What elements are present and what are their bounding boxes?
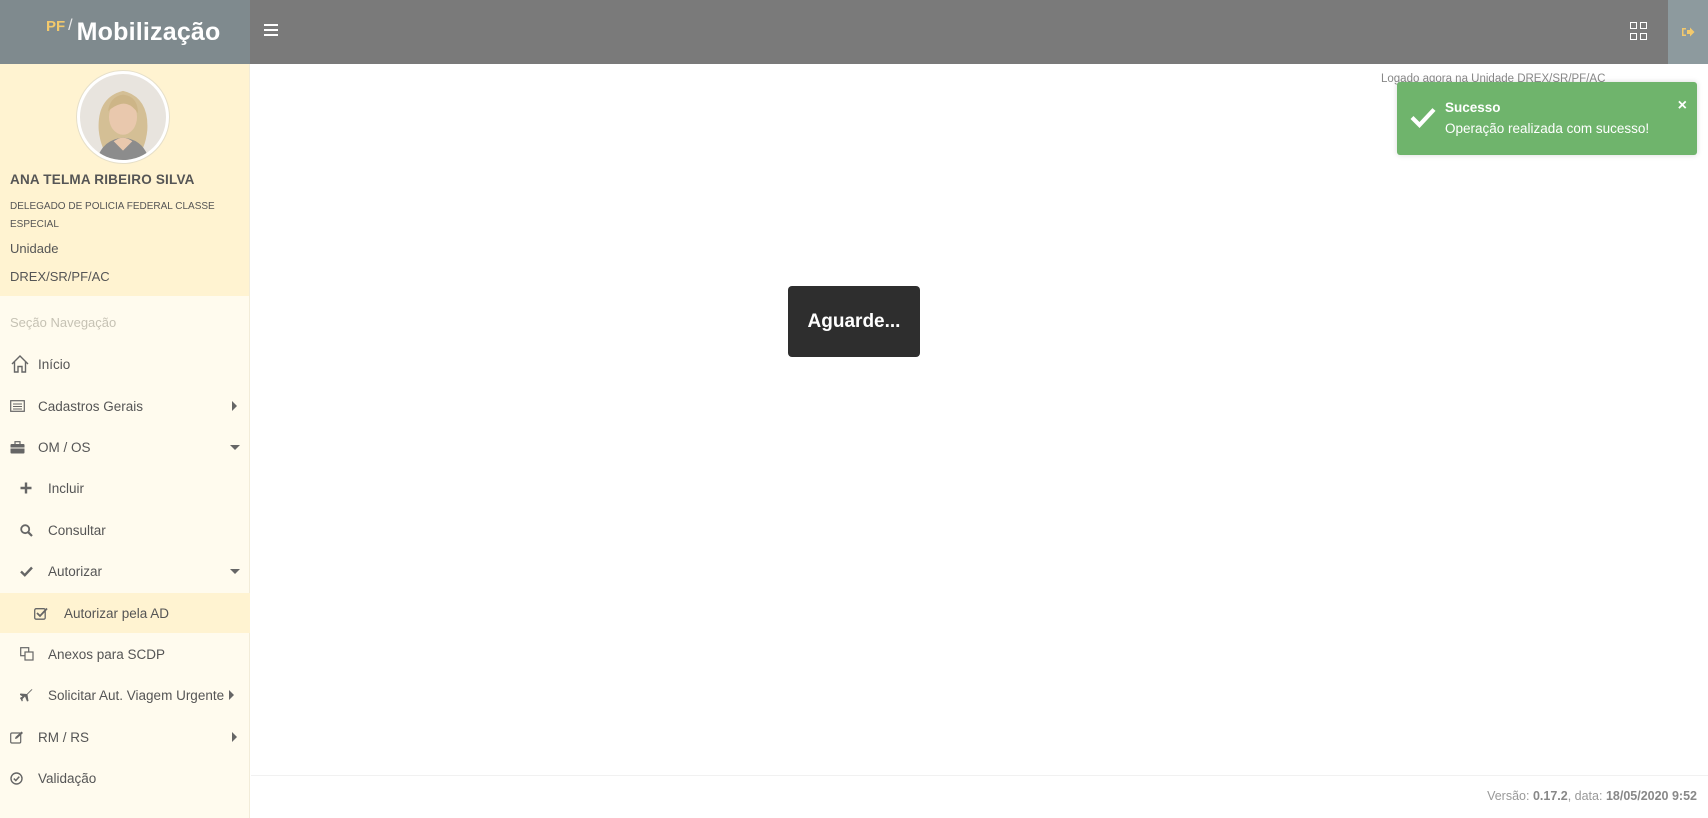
check-icon [18, 563, 34, 579]
check-circle-icon [8, 770, 24, 786]
sidebar-item-label: Solicitar Aut. Viagem Urgente [48, 687, 225, 703]
sidebar: ANA TELMA RIBEIRO SILVA DELEGADO DE POLI… [0, 64, 250, 818]
sidebar-item-label: Cadastros Gerais [38, 398, 144, 414]
sidebar-item-solicitar-viagem[interactable]: Solicitar Aut. Viagem Urgente [0, 675, 250, 715]
build-date: 18/05/2020 9:52 [1605, 789, 1697, 803]
chevron-right-icon [229, 690, 234, 700]
chevron-right-icon [232, 732, 237, 742]
sidebar-item-om-os[interactable]: OM / OS [0, 427, 250, 467]
loading-overlay: Aguarde... [788, 286, 920, 357]
checkbox-icon [33, 605, 49, 621]
chevron-down-icon [230, 568, 240, 574]
date-label: , data: [1567, 789, 1603, 803]
chevron-down-icon [230, 444, 240, 450]
avatar-photo [80, 74, 166, 160]
sidebar-item-rm-rs[interactable]: RM / RS [0, 717, 250, 757]
sidebar-item-label: Autorizar [48, 563, 103, 579]
sidebar-item-autorizar[interactable]: Autorizar [0, 551, 250, 591]
user-profile: ANA TELMA RIBEIRO SILVA DELEGADO DE POLI… [0, 64, 249, 296]
success-toast: Sucesso Operação realizada com sucesso! … [1397, 82, 1697, 155]
sidebar-item-incluir[interactable]: Incluir [0, 468, 250, 508]
brand[interactable]: PF / Mobilização [0, 0, 250, 64]
sidebar-item-cadastros-gerais[interactable]: Cadastros Gerais [0, 386, 250, 426]
sidebar-item-label: Anexos para SCDP [48, 646, 166, 662]
version-label: Versão: [1487, 789, 1530, 803]
sign-out-icon [1682, 27, 1695, 37]
unit-value: DREX/SR/PF/AC [10, 269, 110, 284]
footer-version: Versão: 0.17.2, data: 18/05/2020 9:52 [1487, 789, 1697, 803]
user-name: ANA TELMA RIBEIRO SILVA [10, 172, 195, 187]
toast-title: Sucesso [1445, 100, 1501, 115]
brand-prefix: PF [46, 17, 66, 35]
briefcase-icon [9, 439, 25, 455]
sidebar-item-inicio[interactable]: Início [0, 344, 250, 384]
list-icon [9, 398, 25, 414]
sidebar-item-autorizar-pela-ad[interactable]: Autorizar pela AD [0, 593, 250, 633]
sidebar-item-validacao[interactable]: Validação [0, 758, 250, 798]
user-role: DELEGADO DE POLICIA FEDERAL CLASSE ESPEC… [10, 201, 215, 230]
footer-divider [251, 775, 1708, 776]
sidebar-item-label: Autorizar pela AD [64, 605, 170, 621]
check-icon [1410, 108, 1436, 128]
sidebar-item-label: Incluir [48, 480, 85, 496]
loading-text: Aguarde... [807, 310, 901, 332]
sidebar-item-anexos-scdp[interactable]: Anexos para SCDP [0, 634, 250, 674]
edit-icon [9, 729, 25, 745]
grid-icon[interactable] [1630, 22, 1648, 40]
sidebar-item-label: OM / OS [38, 439, 91, 455]
home-icon [10, 354, 30, 374]
app-title: Mobilização [76, 17, 221, 46]
sidebar-item-label: RM / RS [38, 729, 90, 745]
sidebar-item-label: Validação [38, 770, 97, 786]
sidebar-item-consultar[interactable]: Consultar [0, 510, 250, 550]
logout-button[interactable] [1668, 0, 1708, 64]
chevron-right-icon [232, 401, 237, 411]
sidebar-item-label: Início [38, 356, 71, 372]
version-number: 0.17.2 [1532, 789, 1568, 803]
avatar [77, 71, 169, 163]
hamburger-icon[interactable] [264, 21, 280, 43]
nav-section-title: Seção Navegação [10, 315, 117, 330]
top-bar [250, 0, 1708, 64]
close-icon[interactable]: × [1678, 97, 1687, 115]
unit-label: Unidade [10, 241, 59, 256]
copy-icon [19, 646, 35, 662]
plane-icon [18, 687, 34, 703]
search-icon [18, 522, 34, 538]
sidebar-item-label: Consultar [48, 522, 106, 538]
plus-icon [18, 480, 34, 496]
brand-slash: / [68, 17, 73, 34]
toast-message: Operação realizada com sucesso! [1445, 121, 1650, 136]
